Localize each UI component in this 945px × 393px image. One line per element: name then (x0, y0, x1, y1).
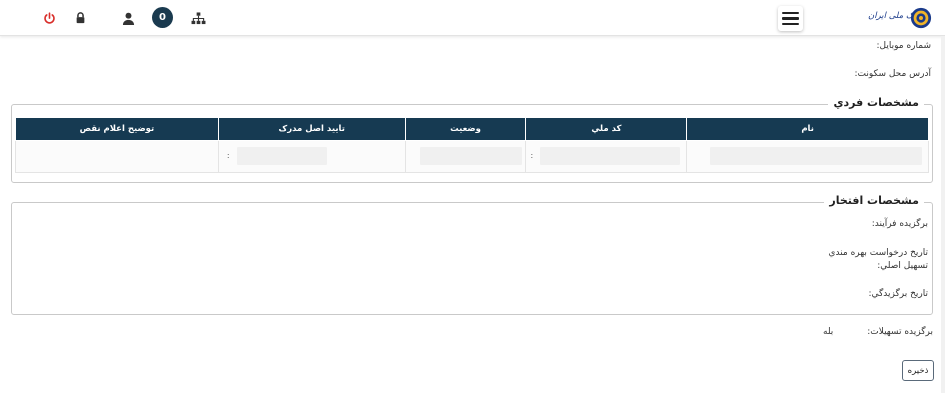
column-header-name: نام (686, 117, 929, 141)
column-header-national-code: کد ملي (525, 117, 688, 141)
status-field (419, 147, 522, 165)
table-row: : : (15, 140, 929, 173)
national-code-colon: : (530, 151, 534, 160)
request-date-label: تاريخ درخواست بهره مندي (828, 248, 928, 258)
menu-icon[interactable] (778, 6, 803, 31)
national-code-field (540, 147, 681, 165)
national-code-cell: : (525, 140, 688, 173)
process-winner-label: برگزيده فرآيند: (871, 219, 928, 229)
lock-icon[interactable] (71, 9, 89, 27)
facility-winner-label: برگزيده تسهيلات: (867, 327, 933, 337)
honor-details-title: مشخصات افتخار (824, 194, 924, 207)
personal-details-panel: مشخصات فردي نام کد ملي وضعيت تاييد اصل م… (11, 96, 933, 183)
name-field (710, 147, 923, 165)
name-cell (686, 140, 929, 173)
document-approval-cell: : (217, 140, 406, 173)
honor-details-panel: مشخصات افتخار (11, 194, 933, 315)
emblem-icon (910, 7, 932, 29)
defect-description-cell (15, 140, 219, 173)
scrollbar[interactable] (941, 36, 945, 393)
selection-date-label: تاريخ برگزيدگي: (868, 289, 928, 299)
address-label: آدرس محل سکونت: (854, 69, 931, 79)
mobile-label: شماره موبایل: (876, 41, 931, 51)
personal-details-table: نام کد ملي وضعيت تاييد اصل مدرک توضيح اع… (15, 117, 929, 173)
column-header-document-approval: تاييد اصل مدرک (217, 117, 406, 141)
document-approval-field (236, 147, 327, 165)
save-button[interactable]: ذخيره (902, 360, 934, 381)
bank-logo: بانک ملی ایران (868, 7, 934, 29)
column-header-status: وضعيت (404, 117, 527, 141)
column-header-defect-description: توضيح اعلام نقص (15, 117, 219, 141)
sitemap-icon[interactable] (189, 9, 207, 27)
logo-text: بانک ملی ایران (868, 11, 921, 21)
personal-details-title: مشخصات فردي (828, 96, 924, 109)
top-navbar: 0 بانک ملی ایران (0, 0, 945, 36)
status-cell (404, 140, 527, 173)
notification-count-badge[interactable]: 0 (152, 7, 173, 28)
facility-winner-value: بله (823, 327, 834, 337)
main-loan-label: تسهيل اصلي: (877, 261, 928, 271)
document-approval-colon: : (226, 151, 230, 160)
user-icon[interactable] (119, 9, 137, 27)
power-icon[interactable] (40, 9, 58, 27)
